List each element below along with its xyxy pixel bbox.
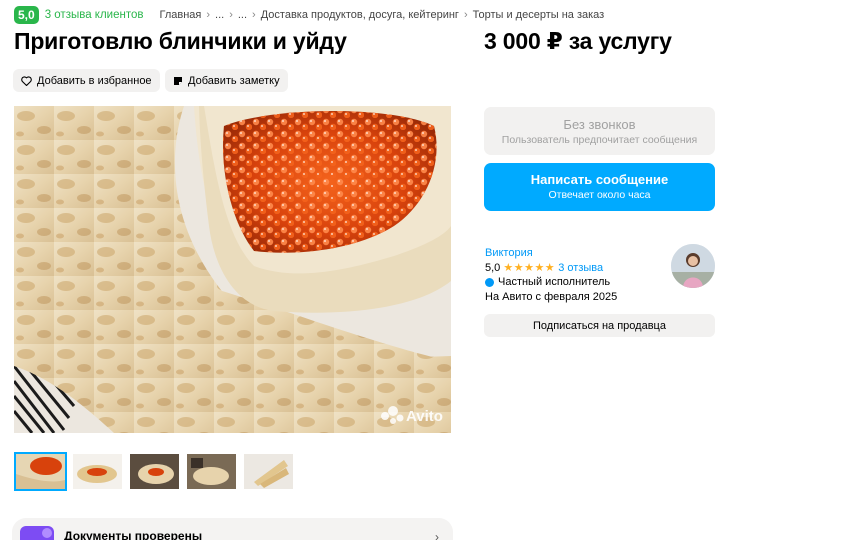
seller-info: Виктория 5,0 ★★★★★ 3 отзыва Частный испо… [485, 246, 617, 304]
thumbnail-2[interactable] [71, 452, 124, 491]
seller-name[interactable]: Виктория [485, 246, 617, 261]
seller-rating: 5,0 [485, 261, 501, 274]
documents-verified-label: Документы проверены [64, 529, 203, 540]
thumbnail-4[interactable] [185, 452, 238, 491]
breadcrumb-item-cakes[interactable]: Торты и десерты на заказ [473, 9, 605, 21]
add-note-label: Добавить заметку [188, 74, 280, 87]
thumbnail-strip [14, 452, 295, 491]
seller-type: Частный исполнитель [498, 276, 611, 288]
chevron-right-icon: › [435, 530, 439, 540]
breadcrumb-separator: › [463, 9, 468, 21]
breadcrumb-item-delivery[interactable]: Доставка продуктов, досуга, кейтеринг [261, 9, 459, 21]
subscribe-button[interactable]: Подписаться на продавца [484, 314, 715, 337]
thumbnail-5[interactable] [242, 452, 295, 491]
thumbnail-1[interactable] [14, 452, 67, 491]
no-calls-title: Без звонков [563, 117, 636, 132]
add-note-button[interactable]: Добавить заметку [165, 69, 288, 92]
note-icon [173, 76, 183, 86]
breadcrumb-item-home[interactable]: Главная [159, 9, 201, 21]
write-message-title: Написать сообщение [530, 172, 669, 187]
documents-verified-card[interactable]: Документы проверены › [12, 518, 453, 540]
breadcrumb: Главная › ... › ... › Доставка продуктов… [159, 9, 604, 21]
breadcrumb-separator: › [206, 9, 211, 21]
reviews-link[interactable]: 3 отзыва клиентов [45, 9, 144, 21]
heart-icon [21, 75, 32, 86]
add-favorite-button[interactable]: Добавить в избранное [13, 69, 160, 92]
seller-reviews-link[interactable]: 3 отзыва [558, 262, 603, 274]
avito-logo-icon: Avito [406, 408, 443, 425]
seller-rating-row: 5,0 ★★★★★ 3 отзыва [485, 261, 617, 276]
breadcrumb-separator: › [252, 9, 256, 21]
add-favorite-label: Добавить в избранное [37, 74, 152, 87]
header-bar: 5,0 3 отзыва клиентов Главная › ... › ..… [14, 6, 604, 24]
no-calls-subtitle: Пользователь предпочитает сообщения [501, 134, 698, 146]
rating-badge: 5,0 [14, 6, 39, 24]
no-calls-button: Без звонков Пользователь предпочитает со… [484, 107, 715, 155]
seller-stars: ★★★★★ [503, 261, 556, 274]
main-photo[interactable]: Avito [14, 106, 451, 433]
page-title: Приготовлю блинчики и уйду [14, 28, 347, 54]
document-icon [20, 526, 54, 540]
breadcrumb-item-ellipsis-1[interactable]: ... [215, 9, 224, 21]
write-message-button[interactable]: Написать сообщение Отвечает около часа [484, 163, 715, 211]
breadcrumb-item-ellipsis-2[interactable]: ... [238, 9, 247, 21]
seller-type-row: Частный исполнитель [485, 275, 617, 290]
breadcrumb-separator: › [229, 9, 233, 21]
seller-since: На Авито с февраля 2025 [485, 290, 618, 303]
verified-icon [485, 277, 494, 287]
thumbnail-3[interactable] [128, 452, 181, 491]
avatar[interactable] [671, 244, 715, 288]
price: 3 000 ₽ за услугу [484, 28, 672, 54]
write-message-subtitle: Отвечает около часа [548, 189, 651, 201]
